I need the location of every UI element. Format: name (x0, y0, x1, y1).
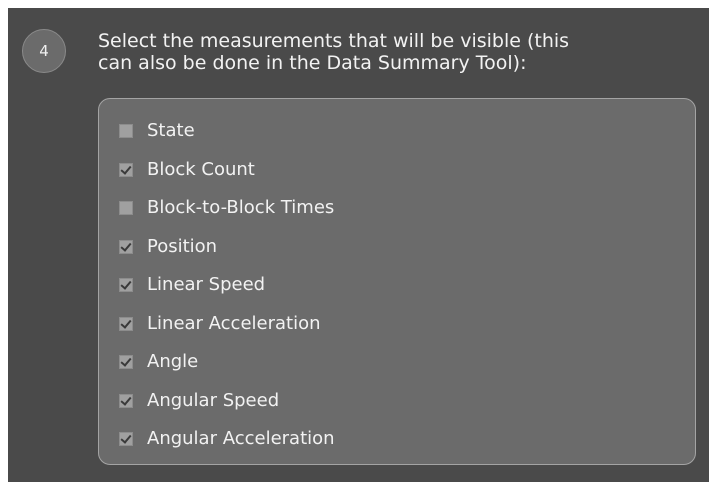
checkbox-block-to-block-times[interactable] (119, 201, 133, 216)
measurement-item-linear-acceleration[interactable]: Linear Acceleration (119, 305, 335, 344)
measurement-item-block-to-block-times[interactable]: Block-to-Block Times (119, 189, 335, 228)
measurement-item-position[interactable]: Position (119, 228, 335, 267)
measurement-label: Linear Speed (147, 274, 266, 296)
measurement-label: Linear Acceleration (147, 312, 321, 334)
checkbox-angular-acceleration[interactable] (119, 432, 133, 447)
checkbox-position[interactable] (119, 239, 133, 254)
measurement-item-angle[interactable]: Angle (119, 343, 335, 382)
checkbox-angular-speed[interactable] (119, 393, 133, 408)
measurement-label: Block-to-Block Times (147, 197, 335, 219)
checkbox-state[interactable] (119, 124, 133, 139)
measurement-item-angular-speed[interactable]: Angular Speed (119, 382, 335, 421)
checkbox-angle[interactable] (119, 355, 133, 370)
measurement-item-linear-speed[interactable]: Linear Speed (119, 266, 335, 305)
checkbox-linear-speed[interactable] (119, 278, 133, 293)
measurement-label: State (147, 120, 195, 142)
measurements-list-box: State Block Count Block-to-Block Times P… (98, 98, 696, 465)
measurement-item-state[interactable]: State (119, 112, 335, 151)
measurement-label: Block Count (147, 158, 255, 180)
checkbox-block-count[interactable] (119, 162, 133, 177)
step-number-badge: 4 (22, 29, 66, 73)
step-instruction: Select the measurements that will be vis… (98, 30, 570, 74)
measurement-item-angular-acceleration[interactable]: Angular Acceleration (119, 420, 335, 459)
checkbox-linear-acceleration[interactable] (119, 316, 133, 331)
measurement-label: Angle (147, 351, 199, 373)
measurement-label: Position (147, 235, 218, 257)
measurements-checklist: State Block Count Block-to-Block Times P… (119, 112, 335, 459)
measurement-label: Angular Speed (147, 389, 280, 411)
measurement-label: Angular Acceleration (147, 428, 335, 450)
measurement-item-block-count[interactable]: Block Count (119, 151, 335, 190)
